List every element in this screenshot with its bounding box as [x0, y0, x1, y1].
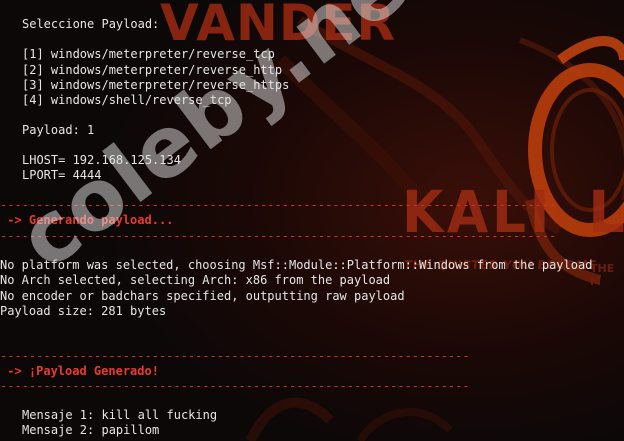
- generated-heading: -> ¡Payload Generado!: [0, 364, 159, 378]
- separator-bottom: ----------------------------------------…: [0, 379, 470, 393]
- separator-top: ----------------------------------------…: [0, 349, 470, 363]
- payload-selection: Payload: 1: [22, 123, 95, 137]
- message-line-2: Mensaje 2: papillom: [22, 423, 160, 437]
- message-line-1: Mensaje 1: kill all fucking: [22, 408, 218, 422]
- payload-size: Payload size: 281 bytes: [0, 304, 167, 318]
- msf-output-line: No encoder or badchars specified, output…: [0, 289, 405, 303]
- payload-menu-title: Seleccione Payload:: [22, 17, 160, 31]
